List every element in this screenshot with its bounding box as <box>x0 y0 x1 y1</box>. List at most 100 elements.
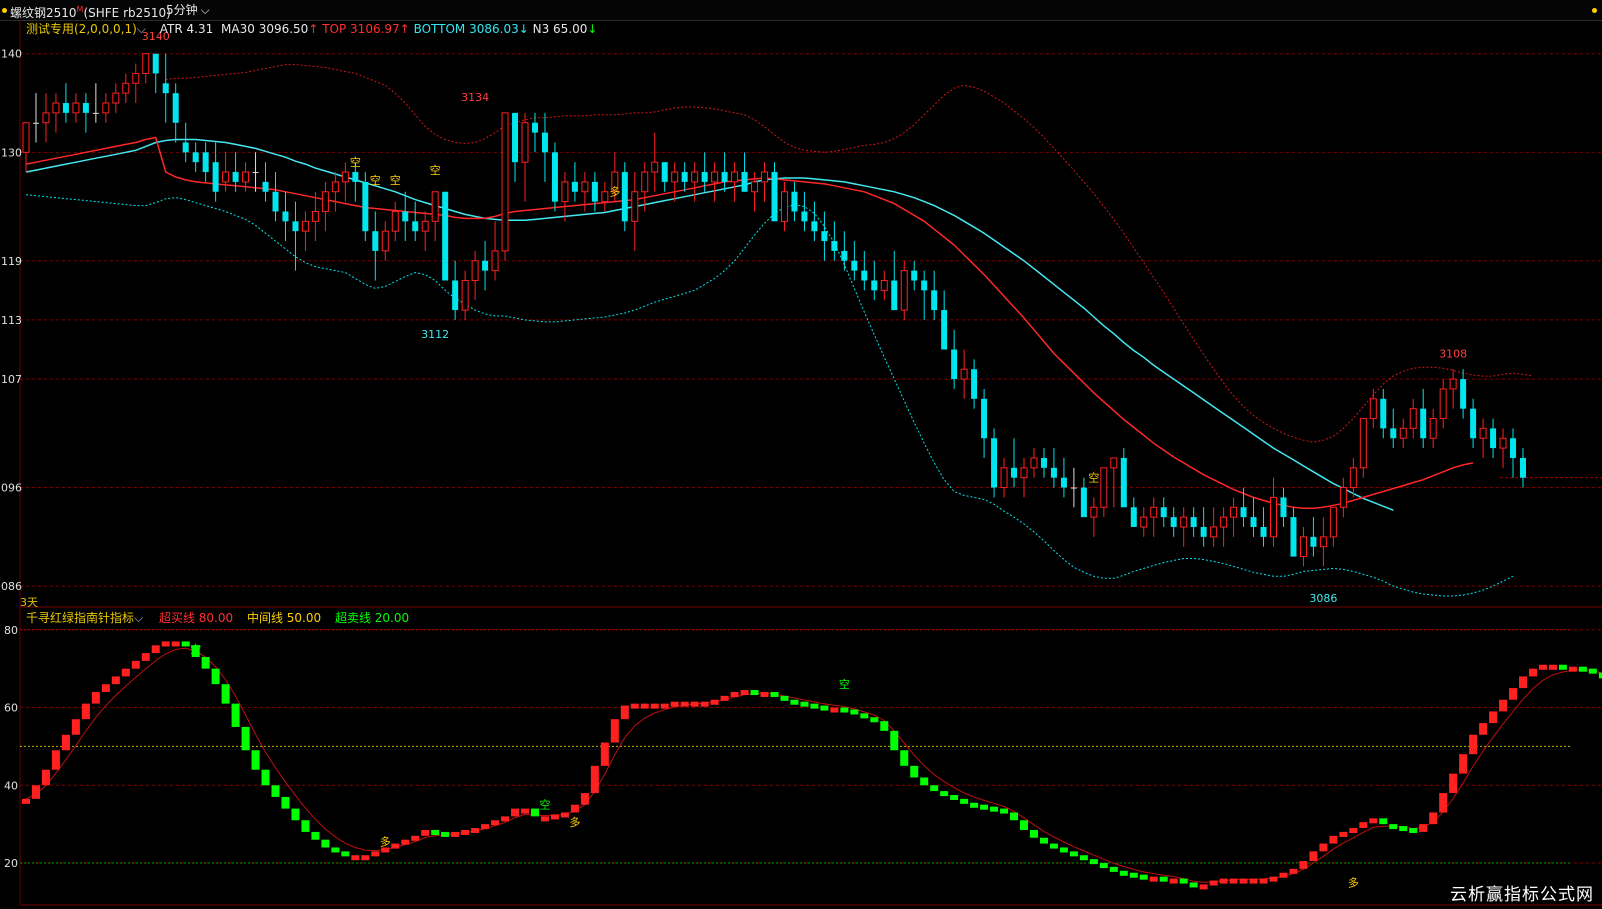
oscillator-bar <box>1309 851 1318 862</box>
chevron-down-icon[interactable]: ⌵ <box>134 611 143 625</box>
oscillator-bar <box>1029 829 1038 838</box>
candle-body <box>1409 408 1417 429</box>
candle-body <box>1130 507 1137 527</box>
oscillator-bar <box>1399 826 1408 832</box>
candle-body <box>761 171 769 183</box>
oscillator-bar <box>790 699 799 705</box>
signal-label: 空 <box>370 173 381 187</box>
chevron-down-icon[interactable]: ⌵ <box>137 22 146 36</box>
candle-body <box>461 279 469 311</box>
candle-body <box>1479 427 1487 439</box>
oscillator-bar <box>31 785 40 799</box>
candle-body <box>142 53 150 74</box>
candle-body <box>192 152 199 163</box>
candle-body <box>900 270 908 311</box>
candle-body <box>92 112 99 114</box>
oscillator-bar <box>1229 878 1238 884</box>
oscillator-bar <box>1469 734 1478 755</box>
annotations: 31403134311230863108空空空空多空空多空多空多空多空 <box>142 30 1467 890</box>
oscillator-bar <box>351 855 360 861</box>
candle-body <box>22 122 30 153</box>
candle-body <box>1460 379 1467 409</box>
oscillator-bar <box>1269 876 1278 882</box>
oscillator-bar <box>391 843 400 849</box>
oscillator-bar <box>920 777 929 786</box>
chart-canvas: 14013011911310709608680604020 3140313431… <box>1 20 1602 906</box>
oscillator-bar <box>650 703 659 709</box>
oscillator-bar <box>1159 876 1168 882</box>
candle-body <box>671 171 679 183</box>
candle-body <box>731 171 739 183</box>
oscillator-bar <box>730 691 739 697</box>
oscillator-bar <box>780 695 789 701</box>
candle-body <box>561 181 569 203</box>
oscillator-bar <box>231 703 240 727</box>
oscillator-bar <box>770 691 779 697</box>
oscillator-bar <box>1319 843 1328 852</box>
upper-band-line <box>165 64 1534 443</box>
candle-body <box>681 172 688 182</box>
oscillator-bar <box>1149 876 1158 882</box>
sub-indicator-name[interactable]: 千寻红绿指南针指标 <box>26 611 134 625</box>
oscillator-bar <box>91 691 100 704</box>
candle-body <box>601 191 609 203</box>
candle-body <box>1150 506 1158 518</box>
oscillator-bar <box>890 730 899 751</box>
candle-body <box>1000 467 1008 489</box>
candle-body <box>1170 517 1177 527</box>
oscillator-bar <box>301 820 310 832</box>
candle-body <box>1339 487 1347 508</box>
oscillator-bar <box>481 824 490 830</box>
signal-label: 多 <box>609 185 620 199</box>
candle-body <box>321 191 329 212</box>
oscillator-bar <box>1179 878 1188 884</box>
oscillator-bar <box>321 839 330 848</box>
candle-body <box>362 181 369 232</box>
oscillator-bar <box>271 785 280 797</box>
oscillator-bar <box>910 765 919 778</box>
oscillator-bar <box>1369 818 1378 824</box>
indicator-name[interactable]: 测试专用(2,0,0,0,1) <box>26 22 137 36</box>
candle-body <box>780 191 788 222</box>
y-tick-label: 40 <box>4 779 18 792</box>
candle-body <box>391 210 399 232</box>
candle-body <box>1030 457 1038 469</box>
candle-body <box>52 102 60 114</box>
midline-value: 中间线 50.00 <box>246 611 322 625</box>
candle-body <box>512 112 519 163</box>
candle-body <box>112 92 120 104</box>
candle-body <box>82 103 89 113</box>
candle-body <box>1280 497 1287 518</box>
y-tick-label: 086 <box>1 580 22 593</box>
oscillator-bar <box>261 769 270 786</box>
oscillator-bar <box>1349 828 1358 834</box>
oscillator-bar <box>1419 824 1428 832</box>
candle-body <box>651 161 659 173</box>
price-label: 3108 <box>1439 347 1467 360</box>
oscillator-bar <box>41 769 50 786</box>
candle-body <box>951 349 958 380</box>
candle-body <box>172 93 179 123</box>
candle-body <box>1299 536 1307 558</box>
candle-body <box>880 279 888 291</box>
oscillator-bar <box>800 701 809 707</box>
oscillator-bar <box>1479 723 1488 735</box>
candle-body <box>1100 467 1108 508</box>
oscillator-bar <box>281 796 290 809</box>
oscillator-bar <box>1339 831 1348 837</box>
price-label: 3134 <box>461 91 489 104</box>
candle-body <box>1369 398 1377 420</box>
oscillator-bar <box>540 816 549 822</box>
oscillator-bar <box>1119 870 1128 876</box>
candle-body <box>1080 487 1087 518</box>
candle-body <box>621 172 628 222</box>
candle-body <box>1120 457 1127 508</box>
y-axis: 140 130 119 113 107 096 086 80 60 40 20 <box>1 48 22 870</box>
oscillator-bar <box>1059 847 1068 853</box>
oscillator-bar <box>1010 812 1019 821</box>
oscillator-bar <box>421 829 430 836</box>
oscillator-bar <box>610 719 619 743</box>
oscillator-bar <box>680 701 689 707</box>
candle-body <box>352 172 359 182</box>
candle-body <box>1520 457 1526 478</box>
